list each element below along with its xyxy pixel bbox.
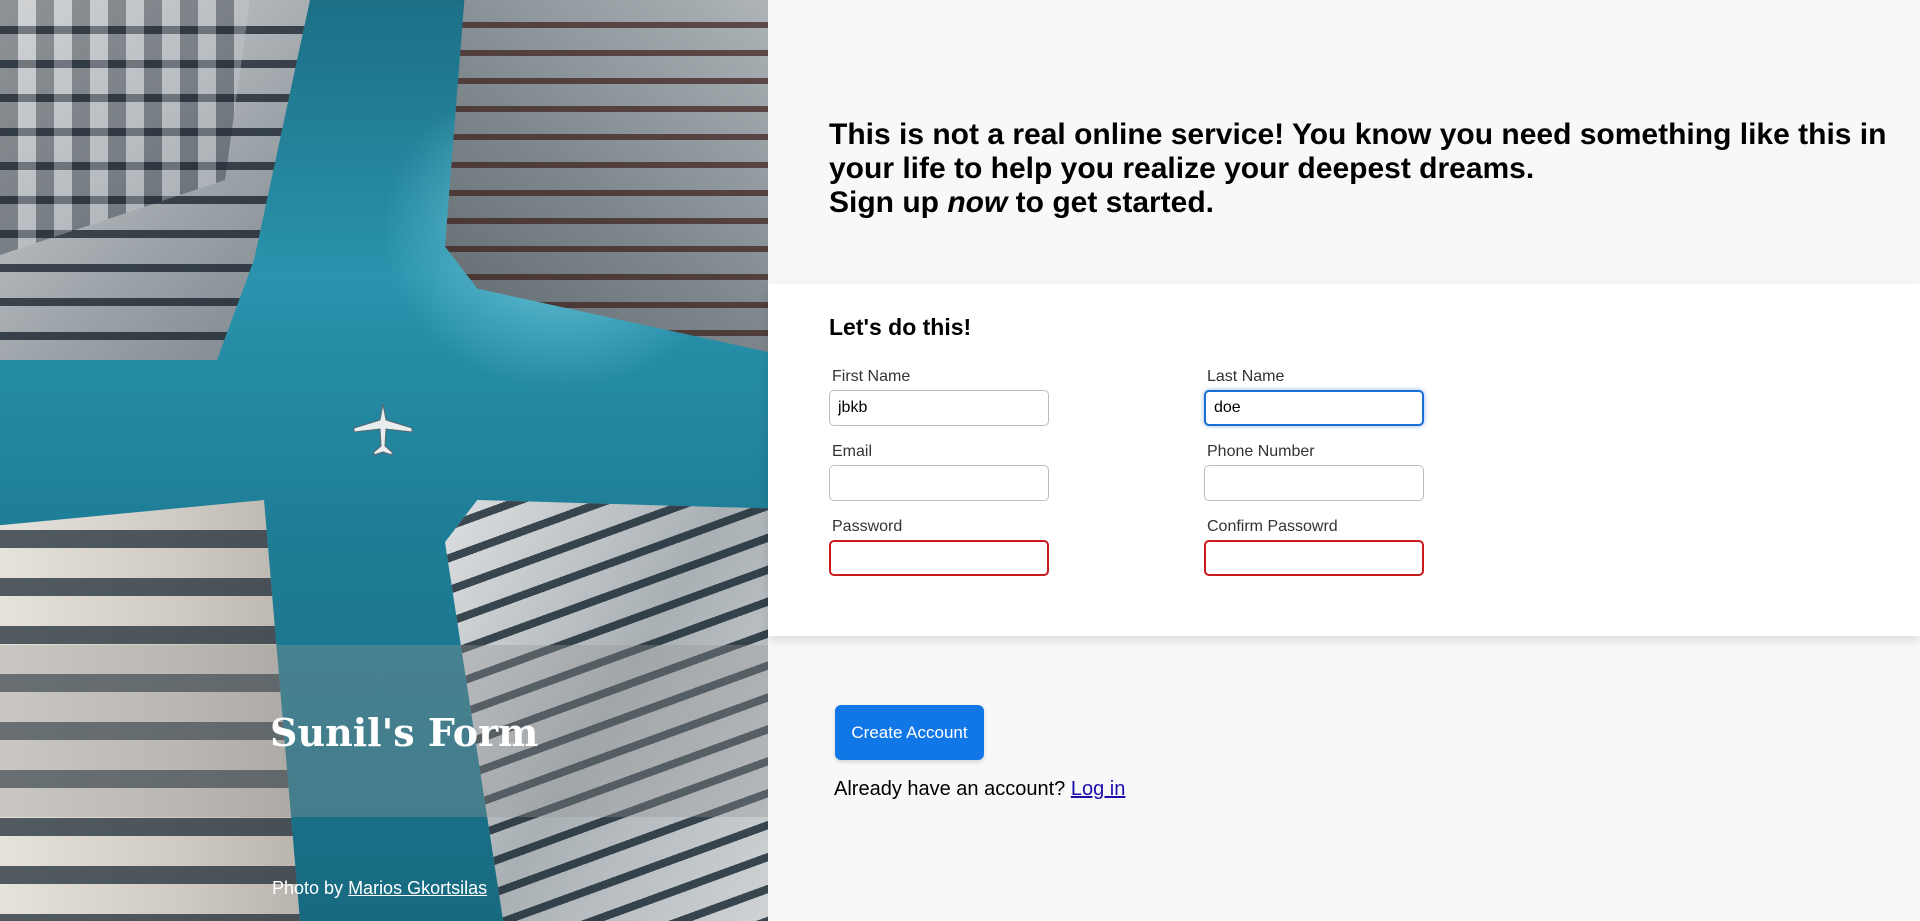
hero-image-panel: Sunil's Form Photo by Marios Gkortsilas xyxy=(0,0,768,921)
password-input[interactable] xyxy=(829,540,1049,576)
form-heading: Let's do this! xyxy=(829,314,972,340)
photo-credit-link[interactable]: Marios Gkortsilas xyxy=(348,878,487,898)
intro-text: This is not a real online service! You k… xyxy=(829,118,1889,220)
first-name-input[interactable] xyxy=(829,390,1049,426)
photo-credit-prefix: Photo by xyxy=(272,878,349,898)
last-name-field: Last Name xyxy=(1204,368,1426,426)
confirm-password-label: Confirm Passowrd xyxy=(1207,518,1338,535)
login-prompt: Already have an account? Log in xyxy=(834,778,1125,801)
phone-input[interactable] xyxy=(1204,465,1424,501)
password-label: Password xyxy=(832,518,903,535)
password-field: Password xyxy=(829,518,1051,576)
confirm-password-input[interactable] xyxy=(1204,540,1424,576)
first-name-label: First Name xyxy=(832,368,911,385)
last-name-label: Last Name xyxy=(1207,368,1285,385)
email-field: Email xyxy=(829,443,1051,501)
login-prompt-text: Already have an account? xyxy=(834,778,1071,800)
signup-form-card: Let's do this! First Name Last Name Emai… xyxy=(768,284,1920,636)
intro-line-2-suffix: to get started. xyxy=(1007,186,1215,219)
phone-field: Phone Number xyxy=(1204,443,1426,501)
first-name-field: First Name xyxy=(829,368,1051,426)
last-name-input[interactable] xyxy=(1204,390,1424,426)
email-label: Email xyxy=(832,443,873,460)
email-input[interactable] xyxy=(829,465,1049,501)
phone-label: Phone Number xyxy=(1207,443,1315,460)
airplane-icon xyxy=(353,403,413,456)
intro-emphasis: now xyxy=(947,186,1008,219)
intro-line-2-prefix: Sign up xyxy=(829,186,948,219)
confirm-password-field: Confirm Passowrd xyxy=(1204,518,1426,576)
hero-title: Sunil's Form xyxy=(270,710,539,755)
login-link[interactable]: Log in xyxy=(1071,778,1126,800)
photo-credit: Photo by Marios Gkortsilas xyxy=(272,878,487,899)
intro-line-1: This is not a real online service! You k… xyxy=(829,118,1887,185)
create-account-button[interactable]: Create Account xyxy=(835,705,984,760)
